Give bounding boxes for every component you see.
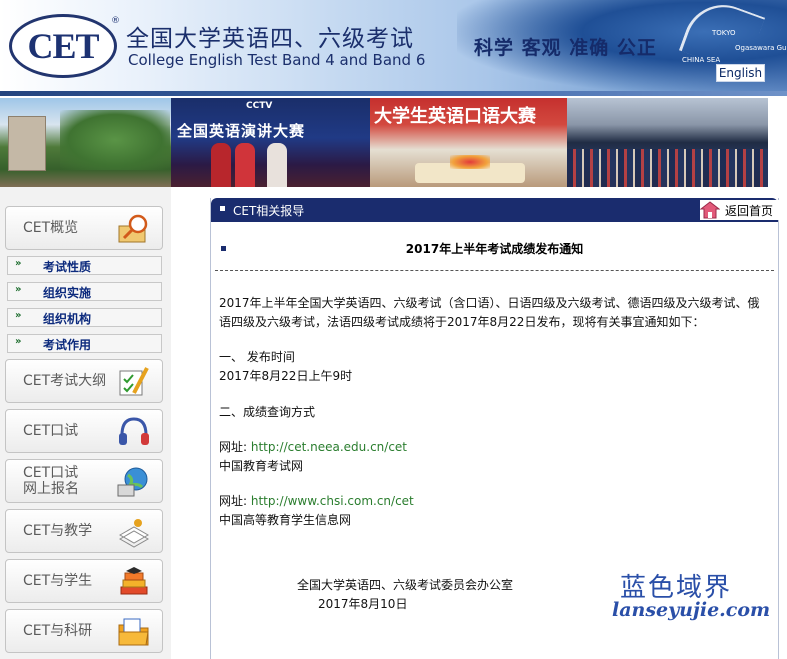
section-heading: 二、成绩查询方式 (219, 405, 316, 419)
english-button[interactable]: English (716, 64, 765, 82)
speech-contest-photo: CCTV 全国英语演讲大赛 (171, 98, 370, 187)
campus-trees (60, 110, 170, 170)
dotted-divider (215, 270, 774, 271)
cet-logo[interactable]: CET (9, 14, 117, 78)
sidebar-item-oral-registration[interactable]: CET口试 网上报名 (5, 459, 163, 503)
headset-icon (119, 417, 149, 445)
sidebar-subitem-implementation[interactable]: » 组织实施 (7, 282, 162, 301)
site-slogan: 科学 客观 准确 公正 (474, 37, 657, 59)
sidebar-subitem-nature[interactable]: » 考试性质 (7, 256, 162, 275)
double-chevron-icon: » (15, 310, 22, 321)
graduation-photo (567, 98, 768, 187)
website-line: 网址: http://cet.neea.edu.cn/cet (219, 438, 407, 457)
sidebar-item-label: CET口试 (23, 423, 79, 439)
campus-building (8, 116, 46, 171)
logo-text: CET (27, 26, 99, 66)
left-sidebar: CET概览 » 考试性质 » 组织实施 » 组织机构 » 考试作用 CET考试大… (0, 187, 171, 659)
globe-computer-icon (117, 467, 148, 497)
section-heading: 一、 发布时间 (219, 350, 295, 364)
sidebar-subitem-label: 组织机构 (43, 312, 92, 326)
sidebar-item-research[interactable]: CET与科研 (5, 609, 163, 653)
chsi-link[interactable]: http://www.chsi.com.cn/cet (251, 494, 414, 508)
website-line: 网址: http://www.chsi.com.cn/cet (219, 492, 414, 511)
book-stack-icon (120, 567, 148, 595)
watermark-en: lanseyujie.com (612, 599, 771, 621)
speech-contest-title: 全国英语演讲大赛 (177, 122, 306, 140)
release-time: 2017年8月22日上午9时 (219, 369, 353, 383)
sidebar-item-label: CET与教学 (23, 523, 93, 539)
double-chevron-icon: » (15, 258, 22, 269)
site-title-en: College English Test Band 4 and Band 6 (128, 51, 426, 69)
site-title-cn: 全国大学英语四、六级考试 (126, 26, 414, 52)
sidebar-subitem-label: 组织实施 (43, 286, 92, 300)
map-label-china-sea: CHINA SEA (682, 56, 721, 64)
sidebar-subitem-function[interactable]: » 考试作用 (7, 334, 162, 353)
paragraph-line: 2017年上半年全国大学英语四、六级考试（含口语）、日语四级及六级考试、德语四级… (219, 296, 760, 310)
sidebar-item-label: CET口试 网上报名 (23, 465, 79, 497)
neea-link[interactable]: http://cet.neea.edu.cn/cet (251, 440, 407, 454)
registered-mark: ® (111, 16, 120, 26)
website-prefix: 网址: (219, 494, 251, 508)
map-label-ogasawara: Ogasawara Gunto (735, 44, 787, 52)
sidebar-item-students[interactable]: CET与学生 (5, 559, 163, 603)
oral-contest-title: 大学生英语口语大赛 (374, 106, 536, 127)
back-home-label: 返回首页 (725, 204, 774, 218)
sidebar-item-overview[interactable]: CET概览 (5, 206, 163, 250)
map-label-tokyo: TOKYO (712, 29, 736, 37)
person-figure (235, 143, 255, 187)
double-chevron-icon: » (15, 284, 22, 295)
section-header-bar: CET相关报导 (211, 198, 778, 222)
website-name: 中国高等教育学生信息网 (219, 513, 352, 527)
cctv-logo: CCTV (246, 101, 273, 111)
sidebar-item-label: CET与学生 (23, 573, 93, 589)
books-icon (118, 519, 150, 548)
paragraph-line: 语四级及六级考试，法语四级考试成绩将于2017年8月22日发布，现将有关事宜通知… (219, 315, 705, 329)
folder-icon (118, 618, 149, 646)
oral-contest-photo: 大学生英语口语大赛 (370, 98, 567, 187)
sidebar-item-label: CET概览 (23, 220, 79, 236)
photo-banner: CCTV 全国英语演讲大赛 大学生英语口语大赛 (0, 98, 768, 187)
home-icon (700, 201, 720, 219)
notice-title: 2017年上半年考试成绩发布通知 (405, 242, 584, 256)
section-title: CET相关报导 (233, 204, 305, 218)
website-name: 中国教育考试网 (219, 459, 304, 473)
site-header: CET ® 全国大学英语四、六级考试 College English Test … (0, 0, 787, 91)
sidebar-item-oral-test[interactable]: CET口试 (5, 409, 163, 453)
sidebar-item-syllabus[interactable]: CET考试大纲 (5, 359, 163, 403)
graduates-crowd (567, 149, 768, 187)
sidebar-subitem-label: 考试作用 (43, 338, 92, 352)
sidebar-subitem-label: 考试性质 (43, 260, 92, 274)
flower-arrangement (450, 155, 490, 169)
back-home-link[interactable]: 返回首页 (700, 200, 780, 220)
square-bullet-icon (220, 206, 225, 211)
signature-date: 2017年8月10日 (318, 597, 408, 611)
sidebar-subitem-organization[interactable]: » 组织机构 (7, 308, 162, 327)
campus-photo (0, 98, 171, 187)
sidebar-item-label: CET与科研 (23, 623, 93, 639)
signature-org: 全国大学英语四、六级考试委员会办公室 (297, 578, 514, 592)
double-chevron-icon: » (15, 336, 22, 347)
checklist-pencil-icon (119, 367, 149, 396)
sidebar-item-label: CET考试大纲 (23, 373, 107, 389)
sidebar-item-teaching[interactable]: CET与教学 (5, 509, 163, 553)
magnifier-document-icon (118, 214, 148, 243)
person-figure (267, 143, 287, 187)
website-prefix: 网址: (219, 440, 251, 454)
person-figure (211, 143, 231, 187)
